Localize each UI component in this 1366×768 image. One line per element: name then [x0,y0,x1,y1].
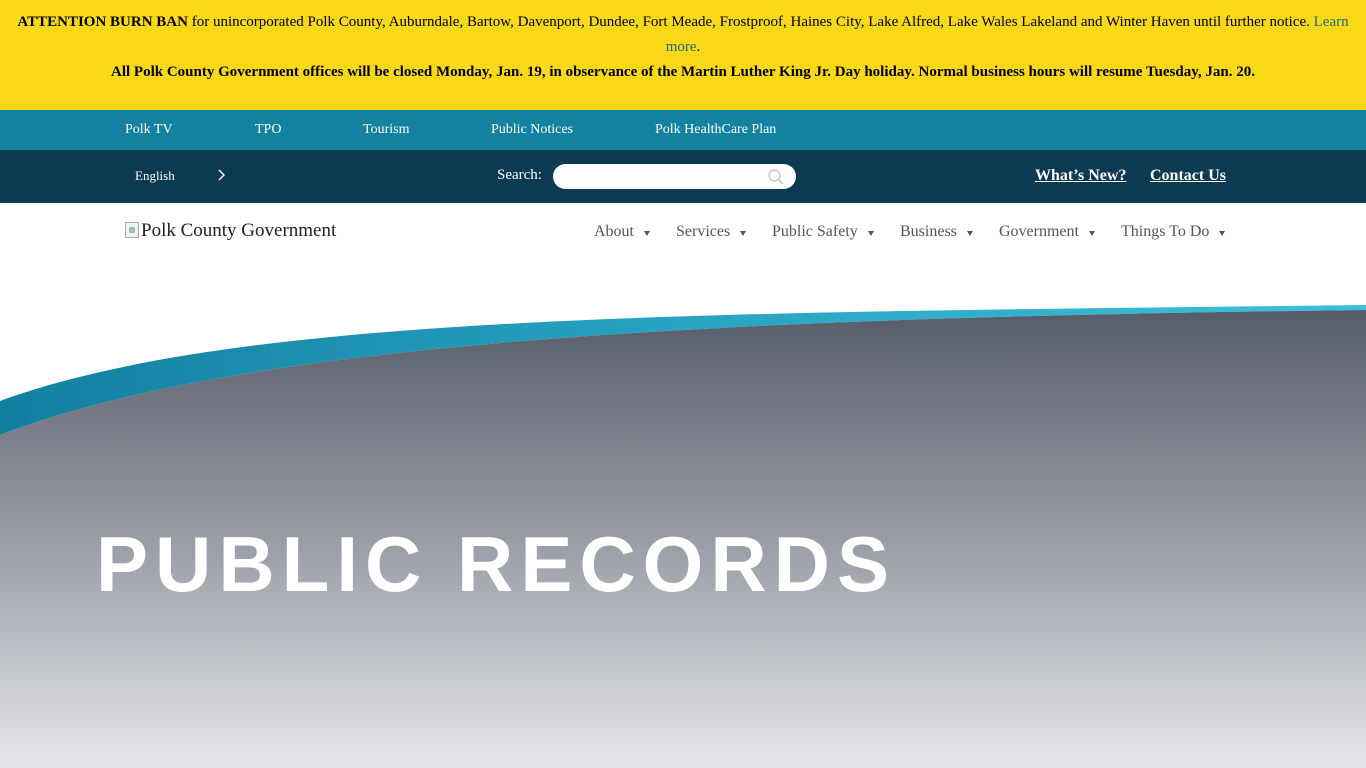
burn-ban-notice: ATTENTION BURN BAN for unincorporated Po… [14,10,1352,60]
nav-government[interactable]: Government [999,223,1095,241]
nav-public-safety-label: Public Safety [772,223,858,240]
nav-business-label: Business [900,223,957,240]
whats-new-link[interactable]: What’s New? [1035,167,1126,185]
logo-alt-text: Polk County Government [141,220,337,241]
caret-down-icon [1088,230,1095,236]
caret-down-icon [1219,230,1226,236]
search-icon[interactable] [767,168,785,186]
search-label: Search: [497,167,542,183]
logo[interactable]: Polk County Government [125,220,336,242]
search-bar: English Search: What’s New? Contact Us [0,150,1366,203]
utility-nav-polk-healthcare-plan[interactable]: Polk HealthCare Plan [655,122,776,138]
broken-image-icon [125,222,139,238]
utility-nav-tourism[interactable]: Tourism [363,122,409,138]
nav-services[interactable]: Services [676,223,747,241]
caret-down-icon [966,230,973,236]
burn-ban-title: ATTENTION BURN BAN [17,14,188,30]
nav-about-label: About [594,223,634,240]
nav-business[interactable]: Business [900,223,973,241]
nav-government-label: Government [999,223,1079,240]
caret-down-icon [867,230,874,236]
closure-notice: All Polk County Government offices will … [111,64,1255,80]
learn-more-suffix: . [696,39,701,55]
nav-things-to-do-label: Things To Do [1121,223,1210,240]
main-header: Polk County Government About Services Pu… [0,203,1366,273]
language-selector[interactable]: English [135,168,175,184]
caret-down-icon [644,230,650,236]
nav-things-to-do[interactable]: Things To Do [1121,223,1226,241]
hero-banner: PUBLIC RECORDS [0,273,1366,768]
nav-services-label: Services [676,223,731,240]
nav-public-safety[interactable]: Public Safety [772,223,874,241]
chevron-right-icon[interactable] [215,165,229,185]
nav-about[interactable]: About [594,223,650,241]
utility-nav: Polk TV TPO Tourism Public Notices Polk … [0,110,1366,150]
alert-banner: ATTENTION BURN BAN for unincorporated Po… [0,0,1366,110]
page-title: PUBLIC RECORDS [96,520,897,608]
utility-nav-polk-tv[interactable]: Polk TV [125,122,173,138]
utility-nav-public-notices[interactable]: Public Notices [491,122,573,138]
search-input[interactable] [553,164,796,189]
caret-down-icon [740,230,747,236]
burn-ban-text: for unincorporated Polk County, Auburnda… [187,14,1314,30]
contact-us-link[interactable]: Contact Us [1150,167,1226,185]
utility-nav-tpo[interactable]: TPO [255,122,281,138]
